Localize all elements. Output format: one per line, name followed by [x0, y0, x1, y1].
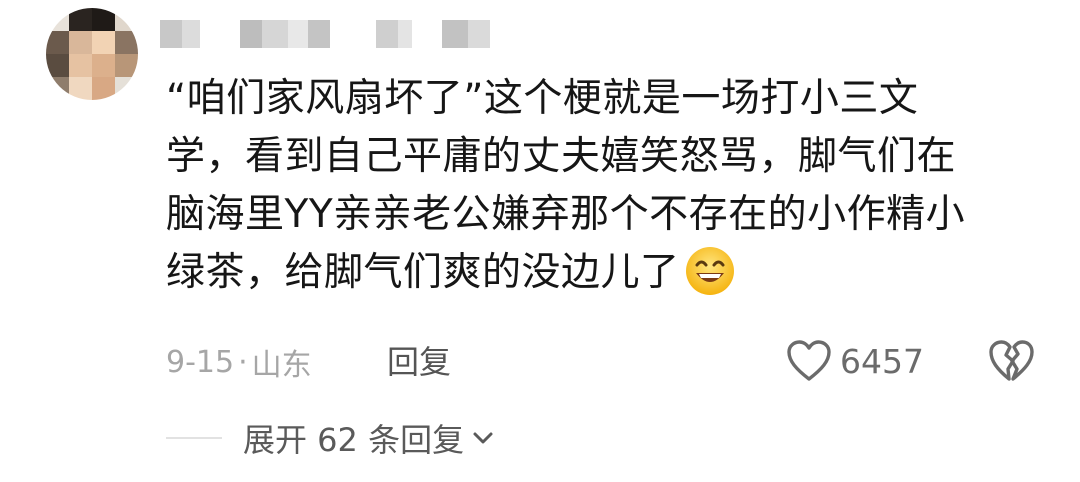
reply-button[interactable]: 回复: [387, 340, 451, 384]
expand-replies-label: 展开 62 条回复: [243, 421, 465, 459]
heart-outline-icon: [787, 340, 831, 381]
comment-text: “咱们家风扇坏了”这个梗就是一场打小三文 学，看到自己平庸的丈夫嬉笑怒骂，脚气们…: [166, 70, 1046, 302]
meta-separator: ·: [238, 344, 248, 380]
comment-line: 绿茶，给脚气们爽的没边儿了: [166, 244, 1046, 302]
comment-date: 9-15: [166, 344, 235, 380]
dislike-button[interactable]: [988, 338, 1034, 384]
comment-meta: 9-15 · 山东: [166, 340, 312, 384]
comment-item: “咱们家风扇坏了”这个梗就是一场打小三文 学，看到自己平庸的丈夫嬉笑怒骂，脚气们…: [0, 0, 1080, 482]
avatar[interactable]: [46, 8, 138, 100]
comment-line: “咱们家风扇坏了”这个梗就是一场打小三文: [166, 76, 919, 121]
broken-heart-icon: [989, 340, 1034, 381]
like-count: 6457: [840, 341, 924, 381]
comment-location: 山东: [251, 348, 312, 383]
like-button[interactable]: 6457: [786, 336, 924, 386]
grinning-face-emoji: [685, 247, 734, 295]
chevron-down-icon: [473, 432, 493, 444]
expand-replies-button[interactable]: 展开 62 条回复: [243, 416, 494, 460]
divider: [166, 437, 222, 439]
comment-line: 脑海里YY亲亲老公嫌弃那个不存在的小作精小: [166, 192, 966, 237]
username-redacted[interactable]: [160, 20, 490, 48]
comment-line-text: 绿茶，给脚气们爽的没边儿了: [166, 250, 680, 295]
comment-line: 学，看到自己平庸的丈夫嬉笑怒骂，脚气们在: [166, 134, 957, 179]
